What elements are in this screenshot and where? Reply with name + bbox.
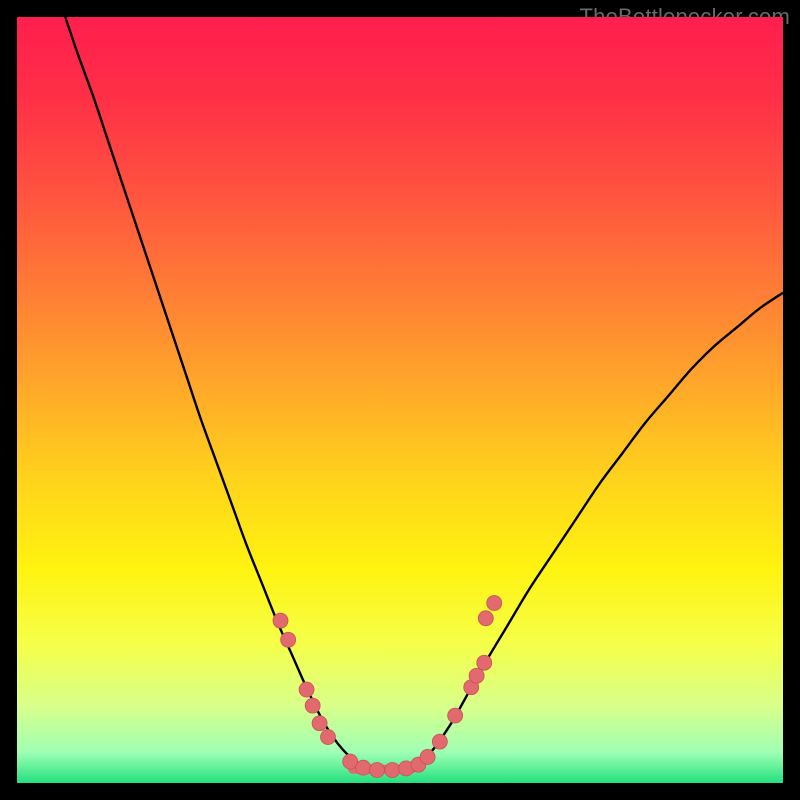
marker-dot xyxy=(420,749,435,764)
marker-dot xyxy=(432,734,447,749)
plot-area xyxy=(17,17,783,783)
marker-dot xyxy=(478,611,493,626)
marker-dot xyxy=(305,698,320,713)
marker-dot xyxy=(356,760,371,775)
marker-dot xyxy=(312,716,327,731)
marker-dot xyxy=(321,730,336,745)
marker-dot xyxy=(469,668,484,683)
marker-dot xyxy=(299,682,314,697)
marker-dot xyxy=(370,762,385,777)
marker-dot xyxy=(273,613,288,628)
chart-svg xyxy=(17,17,783,783)
marker-dot xyxy=(448,708,463,723)
marker-dot xyxy=(477,655,492,670)
marker-dot xyxy=(385,762,400,777)
marker-dot xyxy=(487,595,502,610)
marker-dot xyxy=(281,632,296,647)
chart-stage: TheBottlenecker.com xyxy=(0,0,800,800)
gradient-background xyxy=(17,17,783,783)
